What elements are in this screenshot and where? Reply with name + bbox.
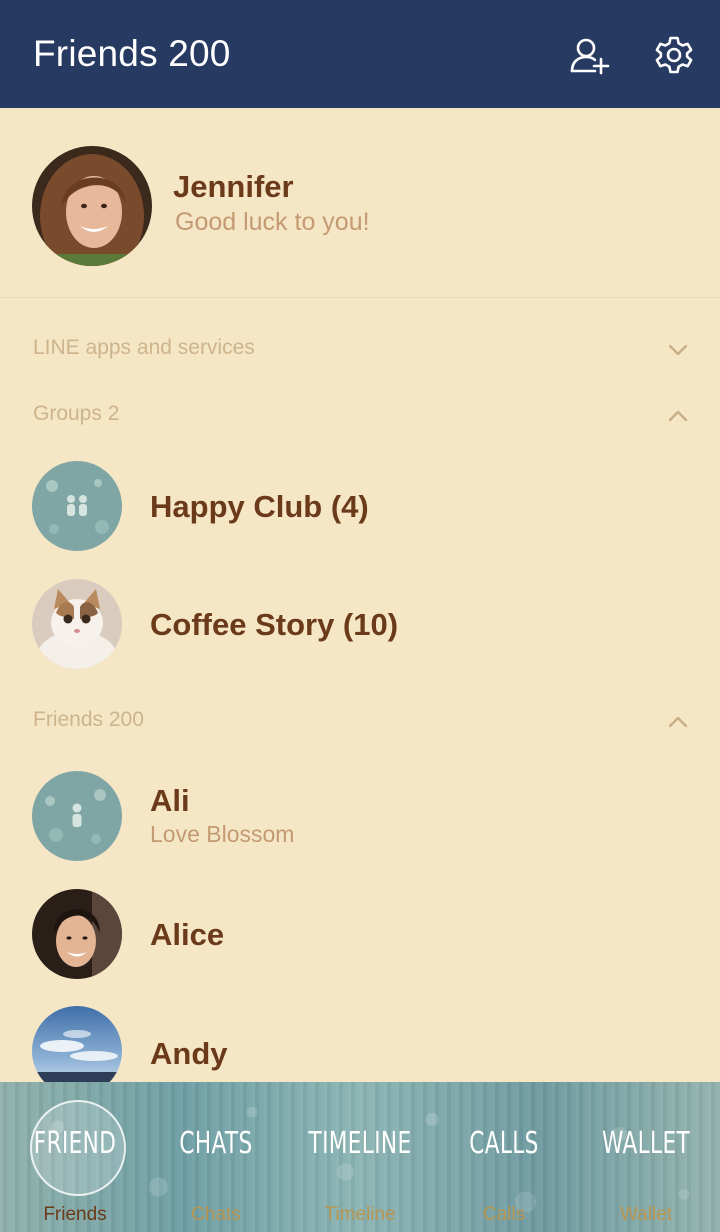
- group-row-happy-club[interactable]: Happy Club (4): [0, 461, 720, 579]
- my-profile[interactable]: Jennifer Good luck to you!: [0, 108, 720, 298]
- tab-timeline[interactable]: TIMELINE Timeline: [288, 1082, 432, 1232]
- tab-calls[interactable]: CALLS Calls: [432, 1082, 576, 1232]
- friend-name: Ali: [150, 783, 190, 818]
- wallet-tab-icon: WALLET: [601, 1126, 691, 1161]
- add-friend-icon[interactable]: [568, 34, 610, 76]
- friend-name: Alice: [150, 917, 225, 952]
- section-label: LINE apps and services: [33, 336, 255, 359]
- calls-tab-icon: CALLS: [469, 1126, 539, 1161]
- tab-label: Chats: [191, 1204, 241, 1225]
- profile-avatar[interactable]: [32, 146, 152, 266]
- page-title: Friends 200: [33, 33, 231, 74]
- section-header-services[interactable]: LINE apps and services: [0, 322, 720, 378]
- tab-label: Calls: [482, 1204, 526, 1225]
- bottom-tab-bar: FRIEND Friends CHATS Chats TIMELINE Time…: [0, 1082, 720, 1232]
- chevron-down-icon: [666, 338, 690, 362]
- chats-tab-icon: CHATS: [179, 1126, 253, 1161]
- timeline-tab-icon: TIMELINE: [308, 1126, 412, 1161]
- section-header-groups[interactable]: Groups 2: [0, 388, 720, 444]
- friend-status-message: Love Blossom: [150, 821, 295, 847]
- gear-icon[interactable]: [653, 34, 695, 76]
- app-header: Friends 200: [0, 0, 720, 108]
- group-default-avatar: [32, 461, 122, 551]
- cat-photo-avatar: [32, 579, 122, 669]
- tab-friends[interactable]: FRIEND Friends: [3, 1082, 147, 1232]
- profile-status-message: Good luck to you!: [175, 208, 370, 236]
- woman-photo-avatar: [32, 889, 122, 979]
- default-avatar: [32, 771, 122, 861]
- group-name: Coffee Story (10): [150, 607, 399, 642]
- tab-label: Wallet: [619, 1204, 673, 1225]
- friend-row-alice[interactable]: Alice: [0, 889, 720, 1007]
- friend-tab-icon: FRIEND: [33, 1126, 117, 1161]
- chevron-up-icon: [666, 710, 690, 734]
- group-row-coffee-story[interactable]: Coffee Story (10): [0, 579, 720, 697]
- tab-wallet[interactable]: WALLET Wallet: [574, 1082, 718, 1232]
- section-label: Groups 2: [33, 402, 120, 425]
- tab-label: Friends: [43, 1204, 107, 1225]
- chevron-up-icon: [666, 404, 690, 428]
- group-name: Happy Club (4): [150, 489, 369, 524]
- tab-chats[interactable]: CHATS Chats: [144, 1082, 288, 1232]
- section-label: Friends 200: [33, 708, 144, 731]
- section-header-friends[interactable]: Friends 200: [0, 694, 720, 750]
- friend-row-ali[interactable]: Ali Love Blossom: [0, 771, 720, 889]
- friend-name: Andy: [150, 1036, 228, 1071]
- tab-label: Timeline: [324, 1204, 396, 1225]
- profile-name: Jennifer: [173, 169, 294, 204]
